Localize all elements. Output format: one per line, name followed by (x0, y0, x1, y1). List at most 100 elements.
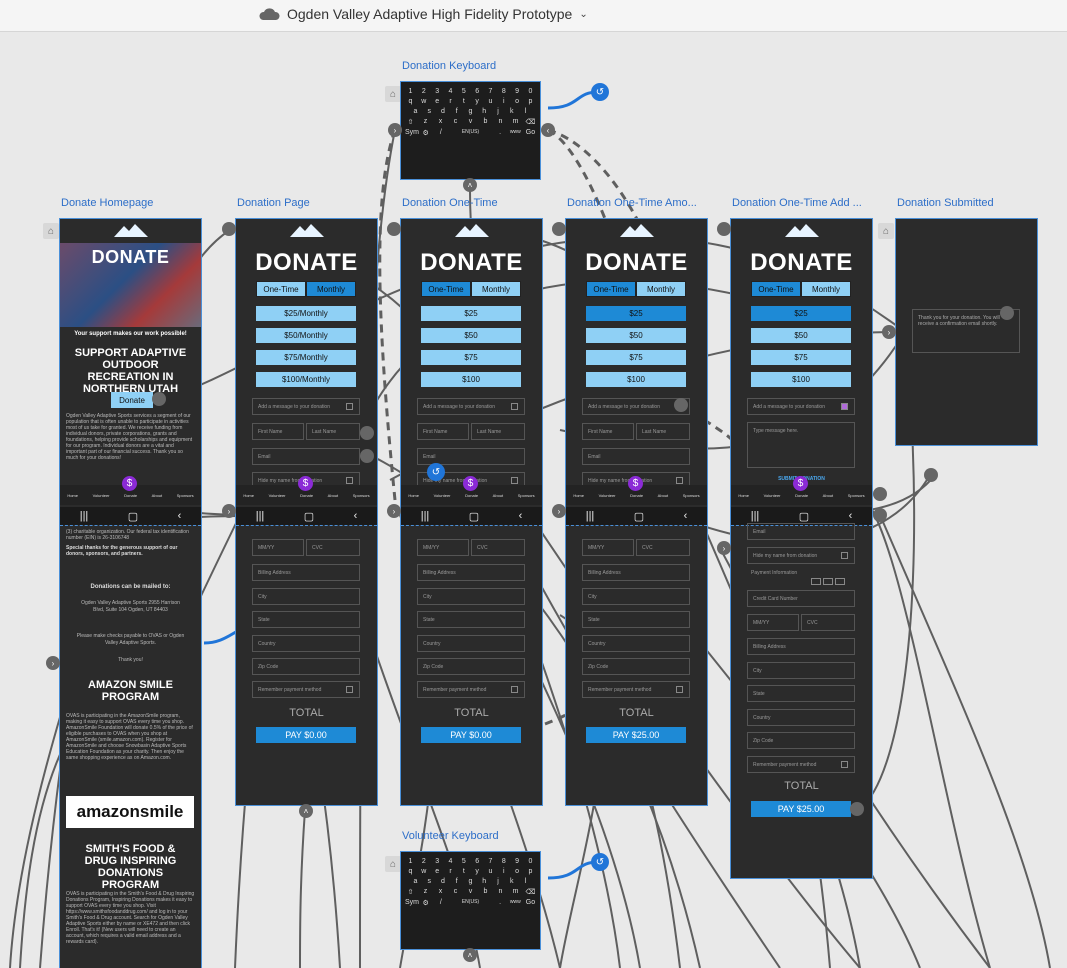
key[interactable]: u (485, 98, 496, 105)
monthly-option[interactable]: Monthly (471, 281, 521, 297)
home-icon[interactable]: ⌂ (878, 223, 894, 239)
last-name-field[interactable]: Last Name (471, 423, 525, 440)
key[interactable]: n (495, 888, 506, 896)
key[interactable]: f (451, 878, 462, 885)
chevron-down-icon[interactable]: ⌄ (579, 9, 587, 20)
key[interactable]: c (450, 888, 461, 896)
sym-key[interactable]: Sym (405, 129, 419, 137)
key[interactable]: w (418, 98, 429, 105)
billing-field[interactable]: Billing Address (252, 564, 360, 581)
key[interactable]: www (510, 899, 521, 907)
billing-field[interactable]: Billing Address (417, 564, 525, 581)
city-field[interactable]: City (747, 662, 855, 679)
add-message-checkbox[interactable]: Add a message to your donation (252, 398, 360, 415)
key[interactable]: / (435, 899, 446, 907)
key[interactable]: h (479, 878, 490, 885)
back-icon[interactable]: ‹ (684, 510, 688, 522)
dollar-icon[interactable]: $ (463, 476, 478, 491)
key[interactable]: s (424, 108, 435, 115)
connection-port[interactable] (924, 468, 938, 482)
key[interactable]: v (465, 888, 476, 896)
connection-port[interactable] (1000, 306, 1014, 320)
chevron-right-icon[interactable]: › (552, 504, 566, 518)
key[interactable]: z (420, 888, 431, 896)
connection-port[interactable] (152, 392, 166, 406)
amount-option[interactable]: $75 (751, 350, 851, 365)
key[interactable]: 6 (472, 88, 483, 95)
key[interactable]: y (472, 868, 483, 875)
tab-home[interactable]: Home (243, 493, 254, 498)
key[interactable]: i (498, 868, 509, 875)
connection-port[interactable] (552, 222, 566, 236)
key[interactable]: 3 (432, 88, 443, 95)
pay-button[interactable]: PAY $25.00 (586, 727, 686, 743)
one-time-option[interactable]: One-Time (421, 281, 471, 297)
city-field[interactable]: City (417, 588, 525, 605)
donate-button[interactable]: Donate (111, 392, 153, 408)
chevron-left-icon[interactable]: ‹ (541, 123, 555, 137)
key[interactable]: . (495, 899, 506, 907)
key[interactable]: 0 (525, 88, 536, 95)
key[interactable]: r (445, 98, 456, 105)
key[interactable]: c (450, 118, 461, 126)
checkbox[interactable] (346, 477, 353, 484)
artboard-label-submitted[interactable]: Donation Submitted (897, 197, 1037, 209)
key[interactable]: e (432, 868, 443, 875)
home-icon[interactable]: ⌂ (385, 856, 401, 872)
tab-home[interactable]: Home (738, 493, 749, 498)
dollar-icon[interactable]: $ (628, 476, 643, 491)
amount-option[interactable]: $50 (586, 328, 686, 343)
frequency-toggle[interactable]: One-Time Monthly (256, 281, 356, 297)
zip-field[interactable]: Zip Code (252, 658, 360, 675)
key[interactable]: 6 (472, 858, 483, 865)
key[interactable]: . (495, 129, 506, 137)
home-nav-icon[interactable]: ▢ (469, 510, 479, 523)
mmyy-field[interactable]: MM/YY (252, 539, 304, 556)
billing-field[interactable]: Billing Address (747, 638, 855, 655)
key[interactable]: v (465, 118, 476, 126)
key[interactable]: q (405, 98, 416, 105)
key[interactable]: 7 (485, 858, 496, 865)
key[interactable]: t (458, 868, 469, 875)
gear-icon[interactable]: ⚙ (420, 129, 431, 137)
connection-port[interactable] (873, 508, 887, 522)
card-number-field[interactable]: Credit Card Number (747, 590, 855, 607)
chevron-right-icon[interactable]: › (222, 504, 236, 518)
first-name-field[interactable]: First Name (582, 423, 634, 440)
back-icon[interactable]: ‹ (519, 510, 523, 522)
cvc-field[interactable]: CVC (801, 614, 855, 631)
amount-option[interactable]: $50 (421, 328, 521, 343)
key[interactable]: l (520, 108, 531, 115)
one-time-option[interactable]: One-Time (586, 281, 636, 297)
tab-donate[interactable]: Donate (630, 493, 643, 498)
tab-volunteer[interactable]: Volunteer (269, 493, 286, 498)
key[interactable]: l (520, 878, 531, 885)
key[interactable]: w (418, 868, 429, 875)
key[interactable]: / (435, 129, 446, 137)
key[interactable]: p (525, 98, 536, 105)
key[interactable]: x (435, 888, 446, 896)
dollar-icon[interactable]: $ (122, 476, 137, 491)
first-name-field[interactable]: First Name (417, 423, 469, 440)
go-key[interactable]: Go (525, 129, 536, 137)
connection-port[interactable] (387, 222, 401, 236)
pay-button[interactable]: PAY $0.00 (421, 727, 521, 743)
chevron-up-icon[interactable]: ˄ (463, 948, 477, 962)
pay-button[interactable]: PAY $0.00 (256, 727, 356, 743)
zip-field[interactable]: Zip Code (417, 658, 525, 675)
checkbox[interactable] (676, 686, 683, 693)
remember-checkbox[interactable]: Remember payment method (417, 681, 525, 698)
remember-checkbox[interactable]: Remember payment method (252, 681, 360, 698)
recents-icon[interactable]: ||| (256, 510, 265, 522)
key[interactable]: 0 (525, 858, 536, 865)
checkbox[interactable] (841, 761, 848, 768)
key[interactable]: g (465, 878, 476, 885)
email-field[interactable]: Email (747, 523, 855, 540)
country-field[interactable]: Country (252, 635, 360, 652)
checkbox[interactable] (676, 477, 683, 484)
key[interactable]: j (493, 108, 504, 115)
cvc-field[interactable]: CVC (471, 539, 525, 556)
chevron-right-icon[interactable]: › (388, 123, 402, 137)
email-field[interactable]: Email (582, 448, 690, 465)
key[interactable]: x (435, 118, 446, 126)
